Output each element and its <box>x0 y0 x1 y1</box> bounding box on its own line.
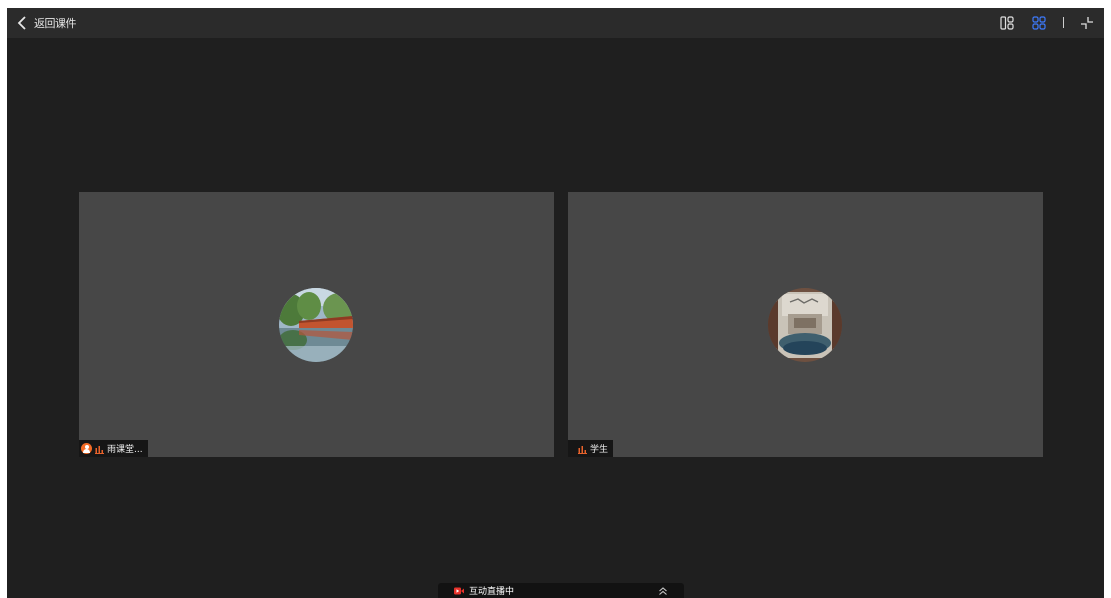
layout-grid-icon[interactable] <box>1032 16 1046 30</box>
chevron-left-icon <box>17 16 26 30</box>
painting-photo <box>768 288 842 362</box>
top-bar: 返回课件 <box>7 8 1104 38</box>
chevron-double-up-icon[interactable] <box>658 586 668 596</box>
avatar <box>279 288 353 362</box>
teacher-icon <box>81 443 92 454</box>
mic-level-icon <box>578 445 587 454</box>
live-status-label: 互动直播中 <box>469 587 515 597</box>
live-camera-icon <box>454 587 464 594</box>
live-status-bar[interactable]: 互动直播中 <box>438 583 684 598</box>
participant-video-tile[interactable]: 学生 <box>568 192 1043 457</box>
back-label: 返回课件 <box>34 17 77 30</box>
live-classroom-window: 返回课件 雨课堂... 学生 互动直播中 <box>7 8 1104 598</box>
participant-name: 学生 <box>590 445 609 455</box>
participant-name: 雨课堂... <box>107 445 143 455</box>
participant-name-tag: 学生 <box>568 440 614 457</box>
participant-video-tile[interactable]: 雨课堂... <box>79 192 554 457</box>
layout-speaker-icon[interactable] <box>1000 16 1014 30</box>
avatar <box>768 288 842 362</box>
participant-name-tag: 雨课堂... <box>79 440 148 457</box>
mic-level-icon <box>95 445 104 454</box>
landscape-river-photo <box>279 288 353 362</box>
toolbar-divider <box>1063 17 1064 28</box>
back-to-courseware-button[interactable]: 返回课件 <box>17 14 77 32</box>
exit-fullscreen-icon[interactable] <box>1080 16 1094 30</box>
